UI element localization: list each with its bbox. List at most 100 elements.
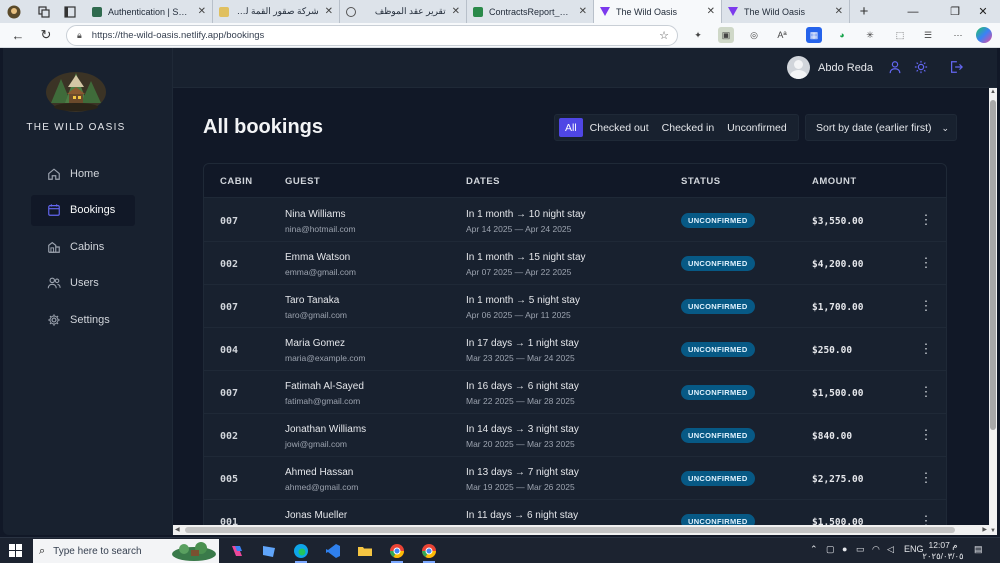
tab-actions-icon[interactable]	[62, 4, 78, 20]
scrollbar-thumb[interactable]	[990, 100, 996, 430]
home-icon	[48, 167, 60, 180]
booking-amount: $4,200.00	[812, 259, 864, 270]
table-row: 007 Fatimah Al-Sayed fatimah@gmail.com I…	[204, 371, 946, 414]
guest-email: maria@example.com	[285, 353, 366, 363]
copilot-app-icon[interactable]	[226, 541, 248, 561]
avatar	[787, 56, 810, 79]
scrollbar-thumb[interactable]	[185, 527, 955, 533]
close-tab-icon[interactable]: ✕	[579, 6, 587, 17]
close-tab-icon[interactable]: ✕	[452, 6, 460, 17]
date-range: Apr 07 2025 — Apr 22 2025	[466, 267, 572, 277]
guest-name: Emma Watson	[285, 252, 351, 263]
guest-name: Ahmed Hassan	[285, 467, 354, 478]
sidebar-item-label: Users	[70, 277, 99, 289]
display-icon[interactable]: ▭	[856, 544, 865, 555]
stay-summary: In 1 month → 5 night stay	[466, 295, 580, 306]
horizontal-scrollbar[interactable]: ◀ ▶	[173, 525, 989, 535]
extension-icon[interactable]: ▦	[806, 27, 822, 43]
edge-app-icon[interactable]	[290, 541, 312, 563]
taskbar-clock[interactable]: 12:07 م ٢٠٢٥/٠٣/٠٥	[920, 540, 966, 562]
extensions-icon[interactable]: ⬚	[892, 27, 908, 43]
vertical-scrollbar[interactable]: ▲ ▼	[989, 88, 997, 535]
close-tab-icon[interactable]: ✕	[198, 6, 206, 17]
windows-start-icon[interactable]	[9, 544, 22, 557]
new-tab-icon[interactable]: +	[856, 3, 872, 20]
date-range: Mar 23 2025 — Mar 24 2025	[466, 353, 575, 363]
row-menu-icon[interactable]: ⋮	[920, 212, 933, 228]
filter-unconfirmed-button[interactable]: Unconfirmed	[721, 118, 793, 137]
row-menu-icon[interactable]: ⋮	[920, 298, 933, 314]
table-row: 007 Taro Tanaka taro@gmail.com In 1 mont…	[204, 285, 946, 328]
sidebar-item-settings[interactable]: Settings	[31, 304, 135, 335]
sidebar-item-home[interactable]: Home	[31, 158, 135, 189]
close-tab-icon[interactable]: ✕	[835, 6, 843, 17]
extension-icon[interactable]: ▣	[718, 27, 734, 43]
close-window-icon[interactable]: ✕	[966, 0, 1000, 23]
sidebar-item-cabins[interactable]: Cabins	[31, 231, 135, 262]
extension-icon[interactable]: ✳	[862, 27, 878, 43]
sidebar-item-label: Settings	[70, 313, 110, 326]
filter-all-button[interactable]: All	[559, 118, 583, 137]
refresh-icon[interactable]: ↻	[35, 24, 57, 46]
guest-name: Maria Gomez	[285, 338, 346, 349]
chrome-app-icon[interactable]	[418, 541, 440, 563]
favorite-star-icon[interactable]: ☆	[659, 29, 669, 42]
date-range: Mar 20 2025 — Mar 23 2025	[466, 439, 575, 449]
cabin-number: 007	[220, 302, 239, 313]
file-explorer-icon[interactable]	[354, 541, 376, 561]
widgets-icon[interactable]	[170, 541, 218, 561]
sun-icon[interactable]	[914, 60, 928, 74]
browser-tab[interactable]: The Wild Oasis ✕	[722, 0, 850, 23]
extension-icon[interactable]: ◎	[746, 27, 762, 43]
booking-amount: $3,550.00	[812, 216, 864, 227]
microphone-icon[interactable]: ●	[842, 544, 847, 554]
row-menu-icon[interactable]: ⋮	[920, 427, 933, 443]
vscode-app-icon[interactable]	[322, 541, 344, 561]
more-options-icon[interactable]: ⋯	[950, 27, 966, 43]
row-menu-icon[interactable]: ⋮	[920, 255, 933, 271]
row-menu-icon[interactable]: ⋮	[920, 341, 933, 357]
favorites-icon[interactable]: ☰	[920, 27, 936, 43]
row-menu-icon[interactable]: ⋮	[920, 384, 933, 400]
back-icon[interactable]: ←	[7, 24, 29, 46]
wifi-icon[interactable]: ◠	[872, 544, 880, 555]
sidebar-item-bookings[interactable]: Bookings	[31, 194, 135, 226]
house-icon	[48, 241, 60, 253]
filter-checked-in-button[interactable]: Checked in	[656, 118, 721, 137]
close-tab-icon[interactable]: ✕	[325, 6, 333, 17]
filter-checked-out-button[interactable]: Checked out	[584, 118, 655, 137]
table-header: CABIN GUEST DATES STATUS AMOUNT	[204, 164, 946, 198]
browser-tab[interactable]: Authentication | Supabase ✕	[86, 0, 213, 23]
stay-summary: In 13 days → 7 night stay	[466, 467, 579, 478]
browser-tab-bar: Authentication | Supabase ✕ شركة صقور ال…	[0, 0, 1000, 23]
browser-tab[interactable]: تقرير عقد الموظف ✕	[340, 0, 467, 23]
file-app-icon[interactable]	[258, 541, 280, 561]
profile-icon[interactable]	[6, 4, 22, 20]
chrome-app-icon[interactable]	[386, 541, 408, 563]
logout-icon[interactable]	[949, 60, 963, 74]
close-tab-icon[interactable]: ✕	[707, 6, 715, 17]
extension-icon[interactable]: ◕	[834, 27, 850, 43]
read-aloud-icon[interactable]: Aª	[774, 27, 790, 43]
workspaces-icon[interactable]	[36, 4, 52, 20]
url-input[interactable]: 🔒︎ https://the-wild-oasis.netlify.app/bo…	[66, 25, 678, 46]
notification-icon[interactable]: ▤	[974, 544, 983, 555]
user-icon[interactable]	[888, 60, 902, 74]
guest-name: Jonathan Williams	[285, 424, 367, 435]
minimize-icon[interactable]: —	[896, 0, 930, 23]
copilot-icon[interactable]	[976, 27, 992, 43]
brand-name: THE WILD OASIS	[26, 122, 126, 133]
row-menu-icon[interactable]: ⋮	[920, 470, 933, 486]
sidebar: THE WILD OASIS Home Bookings Cabins User…	[3, 48, 173, 535]
sort-select[interactable]: Sort by date (earlier first) ⌄	[805, 114, 957, 141]
chevron-up-icon[interactable]: ⌃	[810, 544, 818, 555]
volume-icon[interactable]: ◁	[887, 544, 894, 555]
sidebar-item-users[interactable]: Users	[31, 268, 135, 299]
tray-app-icon[interactable]: ▢	[826, 544, 835, 555]
lock-icon: 🔒︎	[77, 30, 82, 40]
status-badge: UNCONFIRMED	[681, 428, 755, 443]
browser-tab[interactable]: ContractsReport_20250308 ✕	[467, 0, 594, 23]
extension-icon[interactable]: ✦	[690, 27, 706, 43]
browser-tab-active[interactable]: The Wild Oasis ✕	[594, 0, 722, 23]
browser-tab[interactable]: شركة صقور القمة للمحاماة ✕	[213, 0, 340, 23]
